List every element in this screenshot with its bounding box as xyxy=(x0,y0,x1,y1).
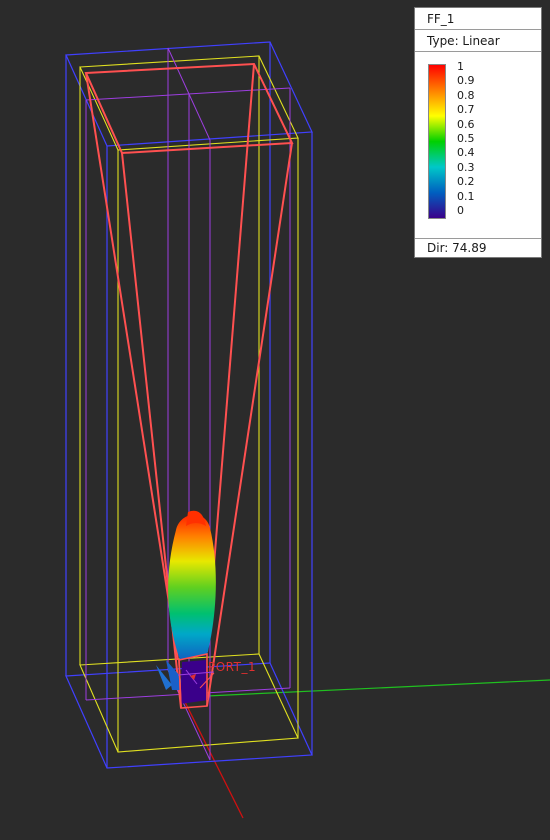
color-legend[interactable]: FF_1 Type: Linear 1 0.9 0.8 0.7 0.6 0.5 0.4 0.3… xyxy=(414,7,542,258)
colorbar-tick-label: 0.5 xyxy=(457,132,475,145)
legend-directivity: Dir: 74.89 xyxy=(427,241,487,255)
colorbar-tick-label: 0.2 xyxy=(457,175,475,189)
3d-viewport[interactable]: PORT_1 FF_1 Type: Linear 1 0.9 0.8 0.7 0.6 0.… xyxy=(0,0,550,840)
colorbar-tick-label: 0.9 xyxy=(457,74,475,88)
legend-scale: 1 0.9 0.8 0.7 0.6 0.5 0.4 0.3 0.2 0.1 0 xyxy=(415,54,541,239)
x-axis-line xyxy=(179,691,244,819)
colorbar-tick-label: 0 xyxy=(457,204,464,217)
colorbar-tick-label: 1 xyxy=(457,60,464,73)
legend-type: Type: Linear xyxy=(415,32,541,52)
colorbar-tick-label: 0.7 xyxy=(457,103,475,117)
colorbar-tick-label: 0.3 xyxy=(457,160,475,174)
y-axis-line xyxy=(184,679,550,698)
legend-title: FF_1 xyxy=(415,10,541,30)
colorbar-tick-label: 0.8 xyxy=(457,88,475,102)
port-label: PORT_1 xyxy=(208,660,257,674)
colorbar-tick-label: 0.4 xyxy=(457,146,475,160)
colorbar-tick-label: 0.6 xyxy=(457,117,475,131)
colorbar xyxy=(428,64,446,219)
colorbar-tick-label: 0.1 xyxy=(457,189,475,203)
